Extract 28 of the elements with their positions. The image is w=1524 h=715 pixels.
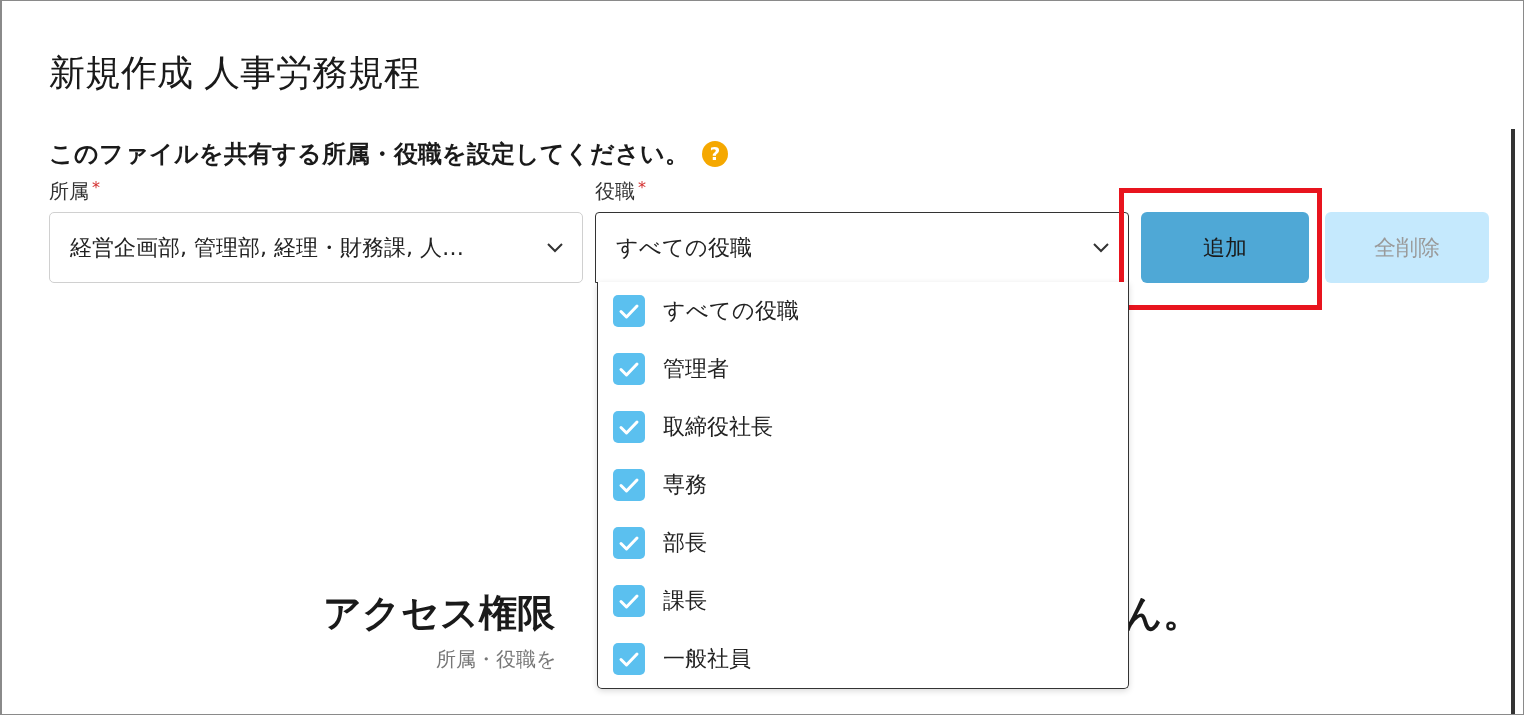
- option-label: 取締役社長: [663, 413, 773, 441]
- empty-state-heading: アクセス権限: [323, 590, 555, 637]
- required-mark: *: [638, 178, 646, 197]
- checkbox[interactable]: [613, 411, 645, 443]
- page-title: 新規作成 人事労務規程: [49, 51, 422, 95]
- chevron-down-icon: [546, 241, 564, 254]
- checkbox[interactable]: [613, 353, 645, 385]
- field-label: 所属: [49, 178, 89, 205]
- option-label: 課長: [663, 587, 707, 615]
- chevron-down-icon: [1092, 241, 1110, 254]
- dropdown-select[interactable]: 経営企画部, 管理部, 経理・財務課, 人…: [49, 212, 583, 283]
- checkbox[interactable]: [613, 643, 645, 675]
- instruction-text: このファイルを共有する所属・役職を設定してください。: [49, 139, 689, 170]
- checkbox[interactable]: [613, 295, 645, 327]
- checkbox[interactable]: [613, 469, 645, 501]
- option-label: 専務: [663, 471, 707, 499]
- add-button[interactable]: 追加: [1141, 212, 1309, 283]
- empty-state-hint: 所属・役職を: [436, 646, 556, 672]
- required-mark: *: [92, 178, 100, 197]
- option-label: すべての役職: [663, 297, 799, 325]
- scrollbar[interactable]: [1511, 129, 1515, 714]
- dropdown-select[interactable]: すべての役職: [595, 212, 1129, 283]
- checkbox[interactable]: [613, 527, 645, 559]
- field-label: 役職: [595, 178, 635, 205]
- checkbox[interactable]: [613, 585, 645, 617]
- option-label: 部長: [663, 529, 707, 557]
- option-label: 一般社員: [663, 645, 751, 673]
- option-label: 管理者: [663, 355, 729, 383]
